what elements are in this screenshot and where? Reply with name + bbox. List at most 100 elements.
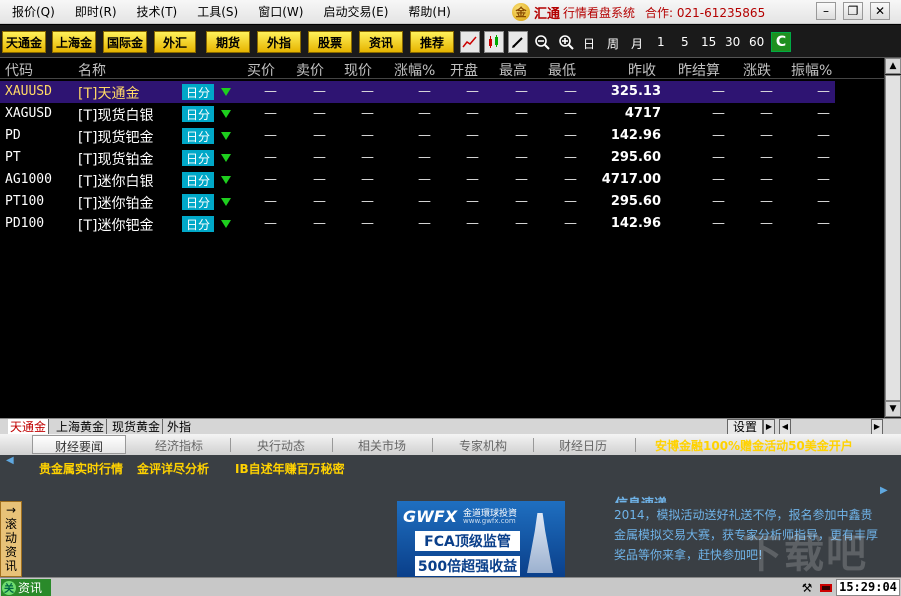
promo-link[interactable]: 安博金融100%赠金活动50美金开户 xyxy=(655,437,853,454)
period-5min[interactable]: 5 xyxy=(681,35,689,49)
table-row[interactable]: PD [T]现货钯金 日分 — — — — — — — 142.96 — — — xyxy=(0,125,835,147)
status-news-button[interactable]: 关 资讯 xyxy=(1,579,51,596)
news-tab-headlines[interactable]: 财经要闻 xyxy=(32,435,127,454)
news-tab-related-markets[interactable]: 相关市场 xyxy=(358,437,406,454)
tab-tiantongjin[interactable]: 天通金 xyxy=(8,419,50,435)
menu-start-trading[interactable]: 启动交易(E) xyxy=(315,0,396,24)
period-month[interactable]: 月 xyxy=(631,35,643,52)
row-amplitude: — xyxy=(817,106,830,121)
col-amplitude[interactable]: 振幅% xyxy=(791,60,832,80)
news-link-ib-story[interactable]: IB自述年赚百万秘密 xyxy=(235,460,345,477)
row-change-pct: — xyxy=(418,106,431,121)
row-name: [T]现货铂金 xyxy=(78,152,154,168)
toolbar-guojijin-button[interactable]: 国际金 xyxy=(103,31,147,53)
scrolling-news-button[interactable]: → 滚 动 资 讯 xyxy=(0,501,22,577)
gwfx-ad-banner[interactable]: GWFX 金道環球投資 www.gwfx.com FCA顶级监管 500倍超强收… xyxy=(397,501,565,577)
table-row[interactable]: PT100 [T]迷你铂金 日分 — — — — — — — 295.60 — — — xyxy=(0,191,835,213)
zoom-in-icon[interactable] xyxy=(556,31,576,53)
menu-help[interactable]: 帮助(H) xyxy=(400,0,458,24)
intraday-badge[interactable]: 日分 xyxy=(182,106,214,122)
toolbar-stocks-button[interactable]: 股票 xyxy=(308,31,352,53)
settings-button[interactable]: 设置 xyxy=(727,419,763,435)
menu-tools[interactable]: 工具(S) xyxy=(189,0,246,24)
candle-chart-icon[interactable] xyxy=(484,31,504,53)
period-week[interactable]: 周 xyxy=(607,35,619,52)
col-bid[interactable]: 买价 xyxy=(247,60,275,80)
col-high[interactable]: 最高 xyxy=(499,60,527,80)
toolbar-recommend-button[interactable]: 推荐 xyxy=(410,31,454,53)
period-15min[interactable]: 15 xyxy=(701,35,716,49)
col-change[interactable]: 涨跌 xyxy=(743,60,771,80)
col-change-pct[interactable]: 涨幅% xyxy=(394,60,435,80)
news-prev-icon[interactable]: ◀ xyxy=(6,455,14,466)
intraday-badge[interactable]: 日分 xyxy=(182,216,214,232)
menu-window[interactable]: 窗口(W) xyxy=(250,0,311,24)
toolbar-tiantongjin-button[interactable]: 天通金 xyxy=(2,31,46,53)
row-low: — xyxy=(564,84,577,99)
toolbar-news-button[interactable]: 资讯 xyxy=(359,31,403,53)
scroll-up-icon[interactable]: ▲ xyxy=(885,58,901,74)
table-row[interactable]: PT [T]现货铂金 日分 — — — — — — — 295.60 — — — xyxy=(0,147,835,169)
scroll-label-char: 讯 xyxy=(4,559,17,573)
scroll-label-char: 滚 xyxy=(4,517,17,531)
period-day[interactable]: 日 xyxy=(583,35,595,52)
restore-button[interactable]: ❐ xyxy=(843,2,863,20)
intraday-badge[interactable]: 日分 xyxy=(182,194,214,210)
row-ask: — xyxy=(313,150,326,165)
period-30min[interactable]: 30 xyxy=(725,35,740,49)
tab-scroll-right-icon[interactable]: ▶ xyxy=(763,419,775,435)
toolbar-forex-button[interactable]: 外汇 xyxy=(154,31,196,53)
app-window: 报价(Q) 即时(R) 技术(T) 工具(S) 窗口(W) 启动交易(E) 帮助… xyxy=(0,0,901,596)
table-row[interactable]: XAUUSD [T]天通金 日分 — — — — — — — 325.13 — — — xyxy=(0,81,835,103)
col-open[interactable]: 开盘 xyxy=(450,60,478,80)
table-row[interactable]: PD100 [T]迷你钯金 日分 — — — — — — — 142.96 — — — xyxy=(0,213,835,235)
news-tab-experts[interactable]: 专家机构 xyxy=(459,437,507,454)
tab-spot-gold[interactable]: 现货黄金 xyxy=(110,419,164,435)
pen-icon[interactable] xyxy=(508,31,528,53)
col-code[interactable]: 代码 xyxy=(5,60,33,80)
tools-icon[interactable]: ⚒ xyxy=(798,579,816,596)
intraday-badge[interactable]: 日分 xyxy=(182,84,214,100)
period-1min[interactable]: 1 xyxy=(657,35,665,49)
scroll-thumb[interactable] xyxy=(885,75,901,401)
table-row[interactable]: XAGUSD [T]现货白银 日分 — — — — — — — 4717 — — — xyxy=(0,103,835,125)
close-button[interactable]: ✕ xyxy=(870,2,890,20)
table-vertical-scrollbar[interactable]: ▲ ▼ xyxy=(884,58,901,418)
news-tab-indicators[interactable]: 经济指标 xyxy=(155,437,203,454)
refresh-icon[interactable]: C xyxy=(771,32,791,52)
zoom-out-icon[interactable] xyxy=(532,31,552,53)
col-name[interactable]: 名称 xyxy=(78,60,106,80)
news-link-realtime[interactable]: 贵金属实时行情 xyxy=(39,460,123,477)
intraday-badge[interactable]: 日分 xyxy=(182,150,214,166)
col-last[interactable]: 现价 xyxy=(344,60,372,80)
quote-table: 代码 名称 买价 卖价 现价 涨幅% 开盘 最高 最低 昨收 昨结算 涨跌 振幅… xyxy=(0,58,884,418)
news-link-analysis[interactable]: 金评详尽分析 xyxy=(137,460,209,477)
scroll-down-icon[interactable]: ▼ xyxy=(885,401,901,417)
line-chart-icon[interactable] xyxy=(460,31,480,53)
intraday-badge[interactable]: 日分 xyxy=(182,172,214,188)
news-tab-calendar[interactable]: 财经日历 xyxy=(559,437,607,454)
col-prev-close[interactable]: 昨收 xyxy=(628,60,656,80)
hscroll-right-icon[interactable]: ▶ xyxy=(871,419,883,435)
toolbar-futures-button[interactable]: 期货 xyxy=(206,31,250,53)
col-prev-settle[interactable]: 昨结算 xyxy=(678,60,720,80)
minimize-button[interactable]: – xyxy=(816,2,836,20)
row-prev-close: 325.13 xyxy=(610,84,661,99)
menu-realtime[interactable]: 即时(R) xyxy=(67,0,125,24)
news-next-icon[interactable]: ▶ xyxy=(880,485,888,496)
col-ask[interactable]: 卖价 xyxy=(296,60,324,80)
period-60min[interactable]: 60 xyxy=(749,35,764,49)
news-tab-central-bank[interactable]: 央行动态 xyxy=(257,437,305,454)
menu-quote[interactable]: 报价(Q) xyxy=(4,0,63,24)
intraday-badge[interactable]: 日分 xyxy=(182,128,214,144)
menu-technical[interactable]: 技术(T) xyxy=(129,0,186,24)
row-ask: — xyxy=(313,194,326,209)
tab-shanghai-gold[interactable]: 上海黄金 xyxy=(54,419,108,435)
table-row[interactable]: AG1000 [T]迷你白银 日分 — — — — — — — 4717.00 — — — xyxy=(0,169,835,191)
toolbar-shanghaijin-button[interactable]: 上海金 xyxy=(52,31,96,53)
down-arrow-icon xyxy=(221,132,231,140)
col-low[interactable]: 最低 xyxy=(548,60,576,80)
hscroll-left-icon[interactable]: ◀ xyxy=(779,419,791,435)
toolbar-foreign-index-button[interactable]: 外指 xyxy=(257,31,301,53)
tab-foreign-index[interactable]: 外指 xyxy=(165,419,193,435)
